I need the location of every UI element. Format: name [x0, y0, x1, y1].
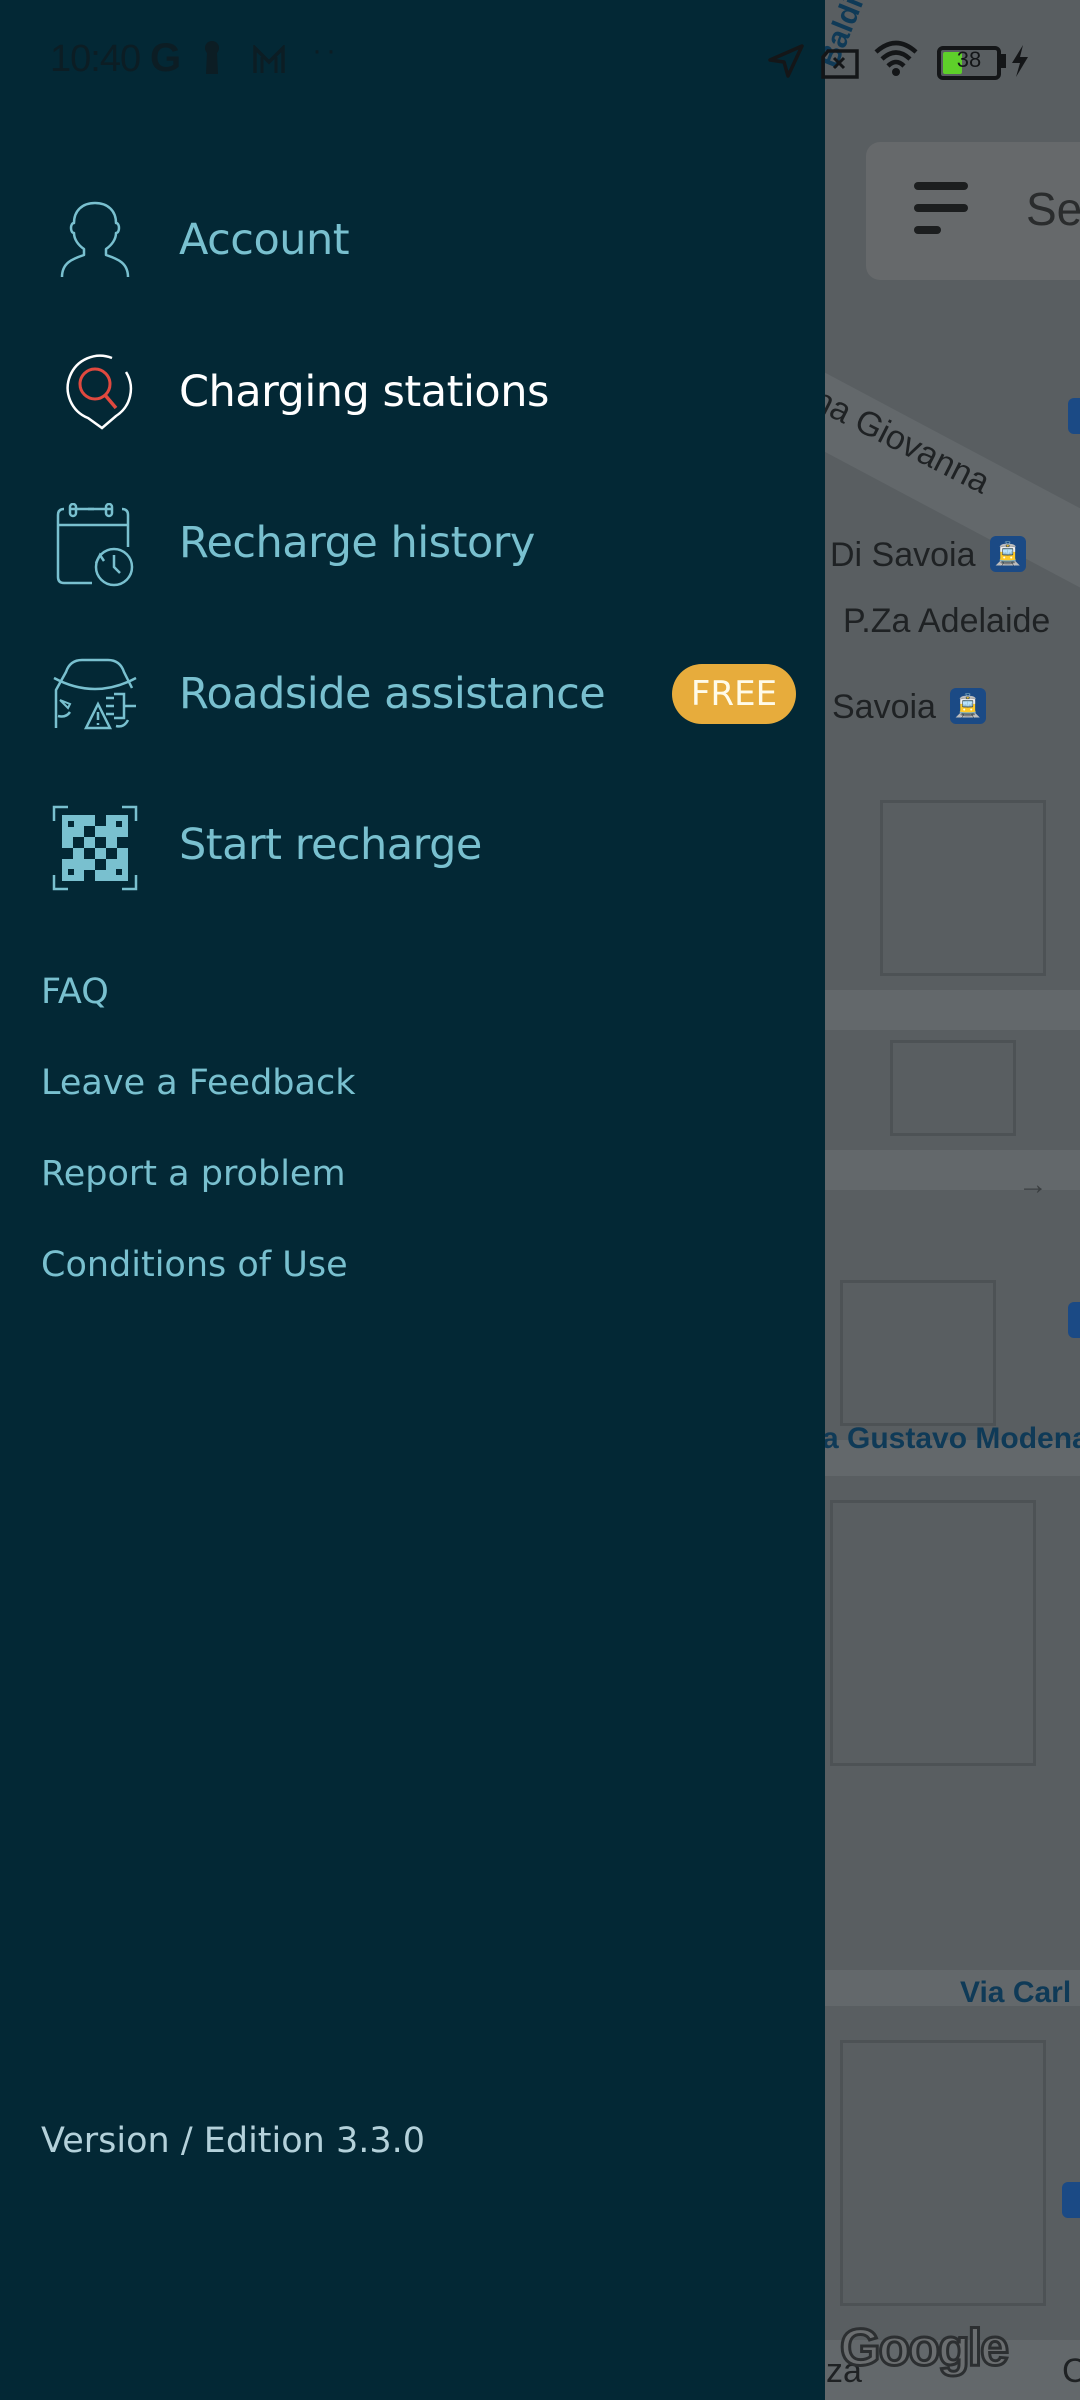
map-place-label: Savoia: [832, 688, 936, 726]
calendar-history-icon: [52, 502, 138, 589]
link-conditions-of-use[interactable]: Conditions of Use: [41, 1245, 348, 1285]
menu-item-roadside-assistance[interactable]: Roadside assistance FREE: [0, 634, 825, 754]
battery-level: 38: [956, 47, 982, 72]
gmail-icon: [252, 42, 286, 84]
map-building: [890, 1040, 1016, 1136]
menu-item-label: Account: [179, 215, 350, 265]
link-faq[interactable]: FAQ: [41, 972, 109, 1012]
menu-item-label: Recharge history: [179, 518, 535, 568]
tram-stop-icon[interactable]: 🚊: [950, 688, 986, 724]
link-leave-feedback[interactable]: Leave a Feedback: [41, 1063, 356, 1103]
keyhole-icon: [204, 40, 220, 74]
map-pin-search-icon: [52, 346, 138, 432]
google-logo: Google: [838, 2318, 1010, 2379]
free-badge: FREE: [672, 664, 796, 724]
battery-tip: [1001, 54, 1006, 68]
map-place-label: Di Savoia: [830, 536, 976, 574]
location-arrow-icon: [768, 44, 804, 87]
menu-item-recharge-history[interactable]: Recharge history: [0, 483, 825, 603]
menu-icon[interactable]: [914, 182, 968, 234]
user-icon: [52, 197, 138, 283]
menu-item-label: Start recharge: [179, 820, 482, 870]
menu-item-label: Charging stations: [179, 367, 549, 417]
link-report-problem[interactable]: Report a problem: [41, 1154, 346, 1194]
menu-item-account[interactable]: Account: [0, 180, 825, 300]
qr-code-scan-icon: [52, 805, 138, 891]
menu-item-start-recharge[interactable]: Start recharge: [0, 785, 825, 905]
charging-bolt-icon: [1010, 44, 1030, 86]
status-time: 10:40: [50, 38, 141, 80]
map-building: [830, 1500, 1036, 1766]
tram-stop-icon[interactable]: 🚊: [990, 536, 1026, 572]
battery-icon: 38: [937, 46, 1001, 80]
menu-item-label: Roadside assistance: [179, 669, 606, 719]
map-street-label: C: [1062, 2352, 1080, 2390]
map-street-label: Via Carl: [960, 1976, 1072, 2009]
navigation-drawer: Account Charging stations Recharge histo…: [0, 0, 825, 2400]
map-building: [840, 1280, 996, 1426]
car-warning-plug-icon: [52, 650, 138, 736]
wifi-icon: [874, 40, 918, 89]
map-building: [840, 2040, 1046, 2306]
bus-stop-icon[interactable]: [1068, 1302, 1080, 1338]
map-place-label: P.Za Adelaide: [843, 602, 1051, 640]
status-bar: 10:40 G ·· 38: [0, 0, 1080, 120]
no-sim-icon: [820, 46, 860, 88]
search-bar[interactable]: Sea: [866, 142, 1080, 280]
map-building: [880, 800, 1046, 976]
menu-item-charging-stations[interactable]: Charging stations: [0, 332, 825, 452]
one-way-arrow-icon: →: [1018, 1168, 1048, 1201]
more-dots-icon: ··: [312, 34, 340, 67]
bus-stop-icon[interactable]: [1062, 2182, 1080, 2218]
google-icon: G: [150, 36, 182, 80]
map-road: [825, 990, 1080, 1030]
search-placeholder: Sea: [1026, 183, 1080, 235]
app-version: Version / Edition 3.3.0: [41, 2121, 426, 2161]
map-street-label: a Gustavo Modena: [822, 1422, 1080, 1455]
bus-stop-icon[interactable]: [1068, 398, 1080, 434]
